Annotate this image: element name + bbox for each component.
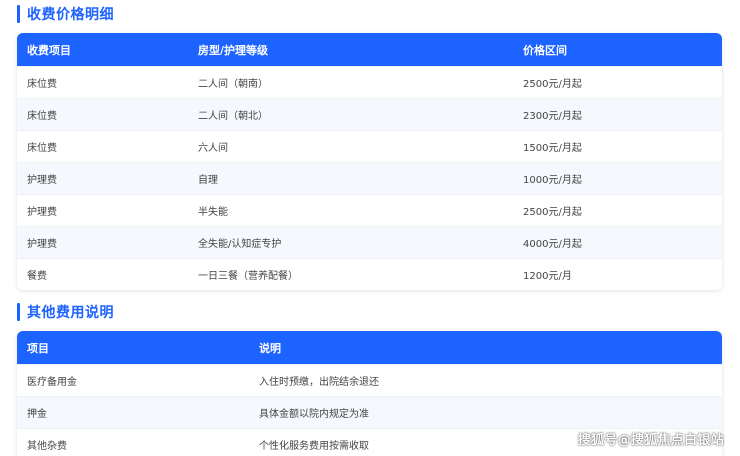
- other-item-cell: 其他杂费: [17, 428, 249, 456]
- table-row: 押金 具体金额以院内规定为准: [17, 396, 722, 429]
- page: 收费价格明细 收费项目 房型/护理等级 价格区间 床位费 二人间（朝南） 250…: [0, 0, 740, 456]
- room-level-cell: 全失能/认知症专护: [188, 226, 513, 259]
- fee-item-cell: 床位费: [17, 98, 188, 131]
- room-level-cell: 六人间: [188, 130, 513, 163]
- other-section-title: 其他费用说明: [17, 302, 114, 322]
- fees-header-row: 收费项目 房型/护理等级 价格区间: [17, 33, 722, 67]
- fee-item-cell: 护理费: [17, 194, 188, 227]
- watermark: 搜狐号@搜狐焦点白银站: [577, 433, 724, 448]
- fees-header-price: 价格区间: [513, 33, 722, 67]
- price-cell: 2500元/月起: [513, 194, 722, 227]
- price-cell: 1500元/月起: [513, 130, 722, 163]
- table-row: 床位费 二人间（朝南） 2500元/月起: [17, 66, 722, 99]
- table-row: 护理费 自理 1000元/月起: [17, 162, 722, 195]
- room-level-cell: 二人间（朝南）: [188, 66, 513, 99]
- other-title-text: 其他费用说明: [27, 305, 114, 321]
- price-cell: 1200元/月: [513, 258, 722, 290]
- fees-title-text: 收费价格明细: [27, 7, 114, 23]
- table-row: 床位费 六人间 1500元/月起: [17, 130, 722, 163]
- fees-header-item: 收费项目: [17, 33, 188, 67]
- fee-item-cell: 护理费: [17, 226, 188, 259]
- other-header-row: 项目 说明: [17, 331, 722, 365]
- table-row: 床位费 二人间（朝北） 2300元/月起: [17, 98, 722, 131]
- fee-item-cell: 餐费: [17, 258, 188, 290]
- room-level-cell: 二人间（朝北）: [188, 98, 513, 131]
- table-row: 医疗备用金 入住时预缴，出院结余退还: [17, 364, 722, 397]
- other-header-item: 项目: [17, 331, 249, 365]
- fees-table: 收费项目 房型/护理等级 价格区间 床位费 二人间（朝南） 2500元/月起 床…: [17, 33, 722, 290]
- fee-item-cell: 床位费: [17, 130, 188, 163]
- fees-section-title: 收费价格明细: [17, 4, 114, 24]
- other-item-cell: 押金: [17, 396, 249, 429]
- fee-item-cell: 床位费: [17, 66, 188, 99]
- description-cell: 入住时预缴，出院结余退还: [249, 364, 722, 397]
- price-cell: 1000元/月起: [513, 162, 722, 195]
- table-row: 护理费 全失能/认知症专护 4000元/月起: [17, 226, 722, 259]
- description-cell: 具体金额以院内规定为准: [249, 396, 722, 429]
- price-cell: 2500元/月起: [513, 66, 722, 99]
- other-header-description: 说明: [249, 331, 722, 365]
- title-accent-bar: [17, 5, 20, 23]
- room-level-cell: 一日三餐（营养配餐）: [188, 258, 513, 290]
- title-accent-bar: [17, 303, 20, 321]
- table-row: 餐费 一日三餐（营养配餐） 1200元/月: [17, 258, 722, 290]
- room-level-cell: 自理: [188, 162, 513, 195]
- price-cell: 4000元/月起: [513, 226, 722, 259]
- other-item-cell: 医疗备用金: [17, 364, 249, 397]
- fees-table-card: 收费项目 房型/护理等级 价格区间 床位费 二人间（朝南） 2500元/月起 床…: [17, 33, 722, 290]
- fees-header-room-level: 房型/护理等级: [188, 33, 513, 67]
- table-row: 护理费 半失能 2500元/月起: [17, 194, 722, 227]
- fee-item-cell: 护理费: [17, 162, 188, 195]
- price-cell: 2300元/月起: [513, 98, 722, 131]
- room-level-cell: 半失能: [188, 194, 513, 227]
